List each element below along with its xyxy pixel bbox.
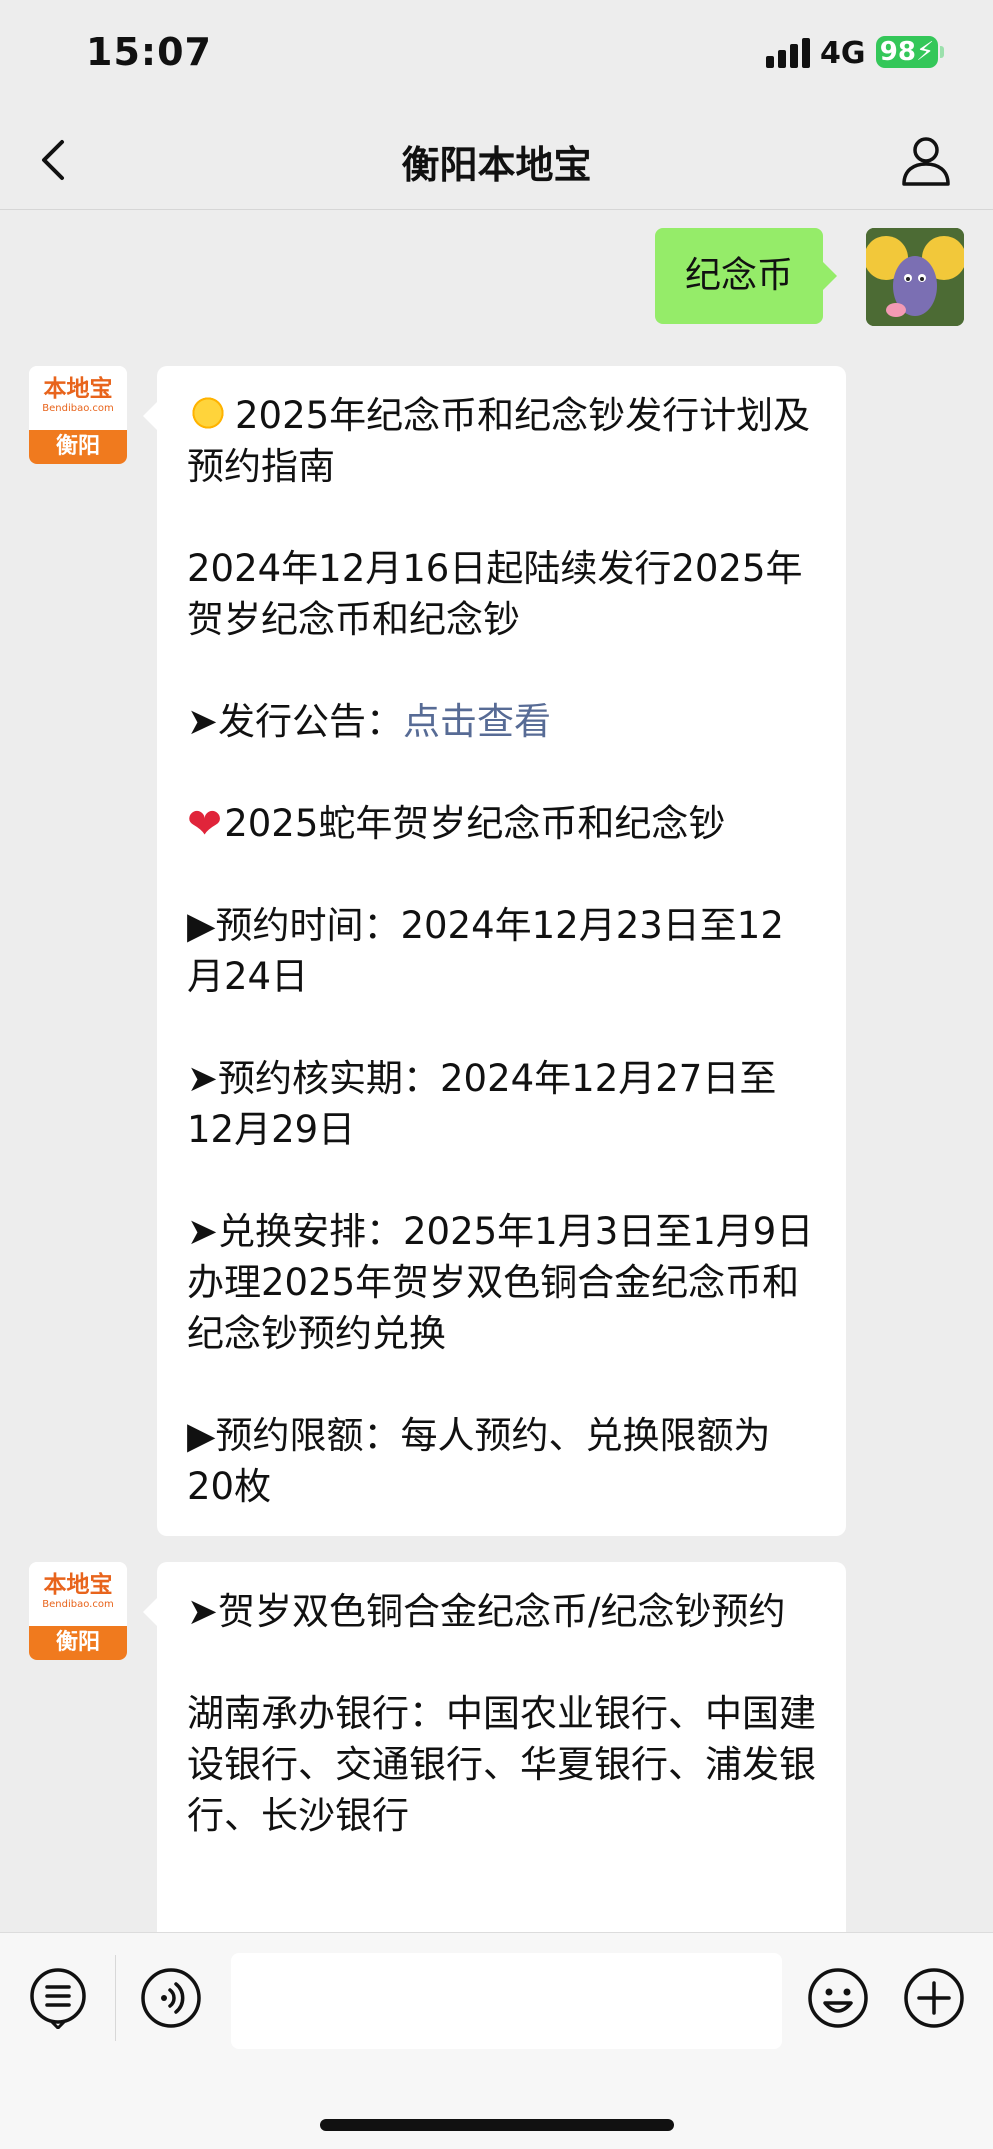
message-line: ❤2025蛇年贺岁纪念币和纪念钞 bbox=[187, 798, 816, 849]
heart-emoji-icon: ❤ bbox=[187, 799, 223, 848]
voice-button[interactable] bbox=[140, 1967, 202, 2029]
message-line: 2025年纪念币和纪念钞发行计划及预约指南 bbox=[187, 390, 816, 492]
bot-avatar-url: Bendibao.com bbox=[42, 403, 114, 414]
emoji-button[interactable] bbox=[807, 1967, 869, 2029]
battery-icon: 98⚡ bbox=[876, 36, 938, 68]
bot-avatar-city: 衡阳 bbox=[29, 1626, 127, 1660]
profile-button[interactable] bbox=[898, 132, 954, 188]
bot-avatar[interactable]: 本地宝 Bendibao.com 衡阳 bbox=[29, 366, 127, 464]
message-line-text: ➤发行公告： bbox=[187, 700, 404, 743]
battery-level: 98 bbox=[879, 37, 916, 67]
message-line: ➤发行公告：点击查看 bbox=[187, 696, 816, 747]
home-indicator bbox=[320, 2119, 674, 2131]
plus-icon bbox=[904, 1968, 964, 2028]
message-input[interactable] bbox=[231, 1953, 782, 2049]
plus-button[interactable] bbox=[903, 1967, 965, 2029]
bot-message-bubble[interactable]: ➤贺岁双色铜合金纪念币/纪念钞预约 湖南承办银行：中国农业银行、中国建设银行、交… bbox=[143, 1562, 846, 1982]
status-bar: 15:07 4G 98⚡ bbox=[0, 0, 993, 110]
bot-message-bubble[interactable]: 2025年纪念币和纪念钞发行计划及预约指南 2024年12月16日起陆续发行20… bbox=[143, 366, 846, 1536]
message-line-text: 2025年纪念币和纪念钞发行计划及预约指南 bbox=[187, 394, 811, 488]
voice-icon bbox=[141, 1968, 201, 2028]
user-message-bubble[interactable]: 纪念币 bbox=[655, 228, 838, 324]
network-type: 4G bbox=[820, 36, 866, 71]
message-line: 湖南承办银行：中国农业银行、中国建设银行、交通银行、华夏银行、浦发银行、长沙银行 bbox=[187, 1692, 816, 1837]
status-time: 15:07 bbox=[86, 30, 212, 74]
message-line-text: 2025蛇年贺岁纪念币和纪念钞 bbox=[224, 802, 726, 845]
bot-avatar-name: 本地宝 bbox=[43, 376, 113, 402]
message-line: ➤贺岁双色铜合金纪念币/纪念钞预约 bbox=[187, 1590, 786, 1633]
bot-avatar-url: Bendibao.com bbox=[42, 1599, 114, 1610]
message-line: ▶预约时间：2024年12月23日至12月24日 bbox=[187, 904, 784, 998]
bot-avatar-city: 衡阳 bbox=[29, 430, 127, 464]
divider bbox=[115, 1955, 116, 2041]
input-bar bbox=[0, 1932, 993, 2149]
bot-avatar[interactable]: 本地宝 Bendibao.com 衡阳 bbox=[29, 1562, 127, 1660]
message-line: ➤预约核实期：2024年12月27日至12月29日 bbox=[187, 1057, 777, 1151]
menu-button[interactable] bbox=[27, 1967, 89, 2031]
message-line: ▶预约限额：每人预约、兑换限额为20枚 bbox=[187, 1414, 771, 1508]
person-icon bbox=[902, 137, 950, 186]
message-line: ➤兑换安排：2025年1月3日至1月9日办理2025年贺岁双色铜合金纪念币和纪念… bbox=[187, 1210, 814, 1355]
view-announcement-link[interactable]: 点击查看 bbox=[403, 700, 551, 743]
sun-emoji-icon bbox=[187, 392, 229, 434]
bot-avatar-name: 本地宝 bbox=[43, 1572, 113, 1598]
user-avatar[interactable] bbox=[866, 228, 964, 326]
page-title: 衡阳本地宝 bbox=[401, 143, 592, 187]
emoji-icon bbox=[808, 1968, 868, 2028]
message-line: 2024年12月16日起陆续发行2025年贺岁纪念币和纪念钞 bbox=[187, 547, 803, 641]
signal-icon bbox=[766, 38, 810, 68]
menu-list-icon bbox=[30, 1968, 86, 2031]
nav-bar: 衡阳本地宝 bbox=[0, 110, 993, 210]
battery-tip bbox=[940, 46, 944, 58]
